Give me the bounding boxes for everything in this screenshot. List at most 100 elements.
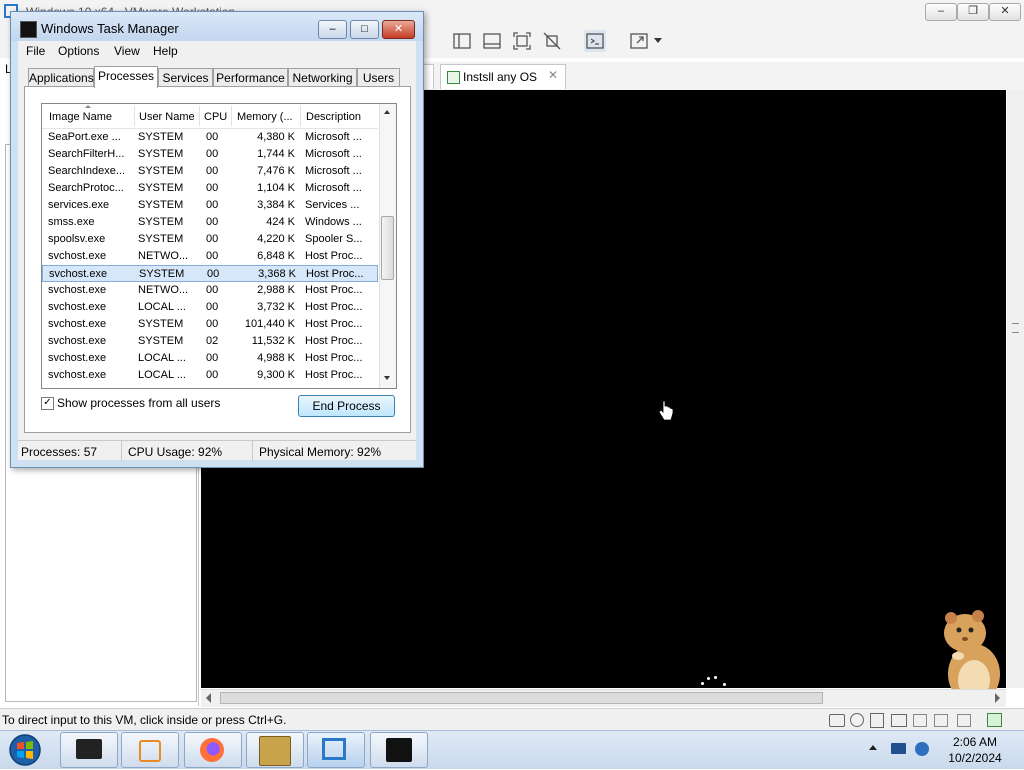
taskbar-virtualbox[interactable] [246, 732, 304, 768]
floppy-icon[interactable] [870, 713, 884, 728]
tab-services[interactable]: Services [158, 68, 213, 88]
process-row[interactable]: svchost.exe LOCAL ... 00 9,300 K Host Proc..… [42, 367, 378, 384]
cell-image-name: services.exe [48, 199, 110, 211]
cell-cpu-value: 02 [206, 335, 219, 347]
taskbar-firefox[interactable] [184, 732, 242, 768]
scroll-up-icon[interactable] [384, 110, 390, 114]
process-row[interactable]: svchost.exe SYSTEM 00 101,440 K Host Proc... [42, 316, 378, 333]
scroll-left-icon[interactable] [206, 693, 211, 703]
cell-cpu-value: 00 [206, 369, 219, 381]
volume-tray-icon[interactable] [915, 742, 931, 756]
cell-cpu-value: 00 [206, 284, 219, 296]
minimize-button[interactable]: – [925, 3, 957, 21]
usb-icon[interactable] [913, 714, 927, 727]
taskbar-terminal[interactable] [60, 732, 118, 768]
system-clock[interactable]: 2:06 AM 10/2/2024 [940, 734, 1010, 766]
cell-cpu-value: 00 [206, 131, 219, 143]
tab-vm[interactable]: Instsll any OS ✕ [440, 64, 566, 89]
column-divider[interactable] [199, 106, 200, 126]
process-row[interactable]: SearchIndexe... SYSTEM 00 7,476 K Microsoft … [42, 163, 378, 180]
menu-file[interactable]: File [26, 44, 45, 58]
cell-image-name: svchost.exe [48, 250, 107, 262]
cell-image-name: svchost.exe [48, 284, 107, 296]
column-divider[interactable] [231, 106, 232, 126]
network-adapter-icon[interactable] [891, 714, 907, 727]
console-view-icon[interactable] [584, 30, 606, 52]
checkbox-check-icon[interactable]: ✓ [41, 397, 54, 410]
hard-disk-icon[interactable] [829, 714, 845, 727]
process-list-scroll-thumb[interactable] [381, 216, 394, 280]
scroll-right-icon[interactable] [995, 693, 1000, 703]
column-cpu[interactable]: CPU [204, 111, 227, 123]
tab-processes[interactable]: Processes [94, 66, 158, 88]
process-row[interactable]: svchost.exe LOCAL ... 00 3,732 K Host Proc..… [42, 299, 378, 316]
cell-user-name: SYSTEM [138, 148, 184, 160]
cd-dvd-icon[interactable] [850, 713, 864, 727]
show-hidden-icons-icon[interactable] [869, 745, 877, 750]
cell-image-name: svchost.exe [49, 268, 108, 280]
horizontal-scroll-thumb[interactable] [220, 692, 823, 704]
console-horizontal-scrollbar[interactable] [201, 689, 1006, 707]
sidebar-toggle-icon[interactable] [451, 30, 473, 52]
cell-user-name: SYSTEM [138, 216, 184, 228]
tab-networking[interactable]: Networking [288, 68, 357, 88]
process-row[interactable]: smss.exe SYSTEM 00 424 K Windows ... [42, 214, 378, 231]
end-process-button[interactable]: End Process [298, 395, 395, 417]
thumbnail-bar-icon[interactable] [481, 30, 503, 52]
process-list-scrollbar[interactable] [379, 104, 396, 388]
network-tray-icon[interactable] [891, 742, 907, 756]
column-divider[interactable] [134, 106, 135, 126]
cell-image-name: svchost.exe [48, 318, 107, 330]
tm-maximize-button[interactable]: □ [350, 20, 379, 39]
console-vertical-scrollbar[interactable] [1007, 90, 1024, 688]
tm-minimize-button[interactable]: – [318, 20, 347, 39]
chevron-down-icon[interactable] [654, 38, 662, 43]
vmware-icon [322, 738, 346, 760]
vm-tab-icon [447, 71, 460, 84]
unity-mode-icon[interactable] [541, 30, 563, 52]
taskbar-vm-console[interactable] [370, 732, 428, 768]
column-description[interactable]: Description [306, 111, 361, 123]
tab-performance[interactable]: Performance [213, 68, 288, 88]
cell-image-name: spoolsv.exe [48, 233, 106, 245]
process-row[interactable]: services.exe SYSTEM 00 3,384 K Services ... [42, 197, 378, 214]
task-manager-status-bar: Processes: 57 CPU Usage: 92% Physical Me… [18, 440, 416, 461]
column-divider[interactable] [300, 106, 301, 126]
sound-card-icon[interactable] [934, 714, 948, 727]
tm-close-button[interactable]: ✕ [382, 20, 415, 39]
process-row[interactable]: SearchProtoc... SYSTEM 00 1,104 K Microsoft … [42, 180, 378, 197]
maximize-button[interactable]: ❐ [957, 3, 989, 21]
menu-help[interactable]: Help [153, 44, 178, 58]
printer-icon[interactable] [957, 714, 971, 727]
process-row[interactable]: SeaPort.exe ... SYSTEM 00 4,380 K Microsoft … [42, 129, 378, 146]
process-row[interactable]: svchost.exe NETWO... 00 6,848 K Host Proc... [42, 248, 378, 265]
cell-description: Microsoft ... [305, 165, 362, 177]
tab-applications[interactable]: Applications [28, 68, 94, 88]
process-row[interactable]: svchost.exe SYSTEM 02 11,532 K Host Proc... [42, 333, 378, 350]
tab-users[interactable]: Users [357, 68, 400, 88]
close-tab-icon[interactable]: ✕ [548, 68, 558, 82]
column-image-name[interactable]: Image Name [49, 111, 112, 123]
start-button[interactable] [7, 733, 43, 767]
task-manager-titlebar[interactable]: Windows Task Manager – □ ✕ [11, 12, 423, 41]
stretch-guest-icon[interactable] [628, 30, 650, 52]
process-row[interactable]: svchost.exe NETWO... 00 2,988 K Host Proc... [42, 282, 378, 299]
process-row[interactable]: spoolsv.exe SYSTEM 00 4,220 K Spooler S... [42, 231, 378, 248]
menu-view[interactable]: View [114, 44, 140, 58]
process-row[interactable]: SearchFilterH... SYSTEM 00 1,744 K Microsoft… [42, 146, 378, 163]
taskbar-vmware[interactable] [307, 732, 365, 768]
cell-memory-value: 4,220 K [257, 233, 295, 245]
cell-cpu-value: 00 [206, 182, 219, 194]
scroll-down-icon[interactable] [384, 376, 390, 380]
full-screen-icon[interactable] [511, 30, 533, 52]
menu-options[interactable]: Options [58, 44, 99, 58]
sort-ascending-icon [85, 105, 91, 108]
process-row[interactable]: svchost.exe LOCAL ... 00 4,988 K Host Proc..… [42, 350, 378, 367]
selected-process-row[interactable]: svchost.exe SYSTEM 00 3,368 K Host Proc... [42, 265, 378, 282]
taskbar-media-player[interactable] [121, 732, 179, 768]
process-list[interactable]: Image Name User Name CPU Memory (... Des… [41, 103, 397, 389]
message-log-icon[interactable] [987, 713, 1002, 727]
column-user-name[interactable]: User Name [139, 111, 195, 123]
column-memory[interactable]: Memory (... [237, 111, 293, 123]
close-button[interactable]: ✕ [989, 3, 1021, 21]
